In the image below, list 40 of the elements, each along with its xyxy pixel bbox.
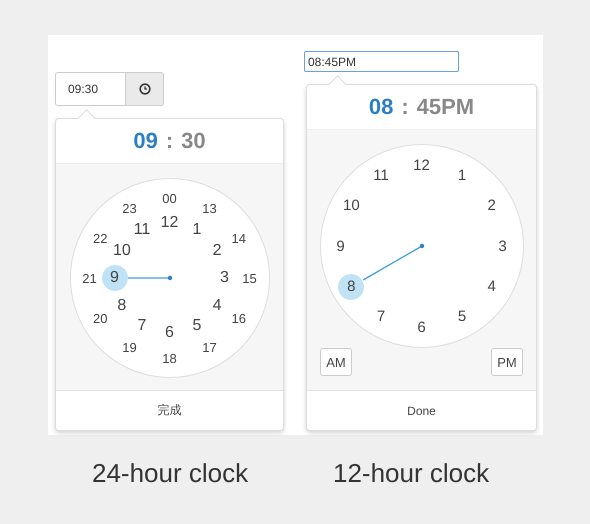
clock-number[interactable]: 5 [449,303,475,330]
clock-hand [362,244,424,281]
clock-number[interactable]: 3 [212,265,238,291]
done-button[interactable]: Done [307,390,536,430]
clock-number[interactable]: 12 [408,152,434,178]
minute-display[interactable]: 30 [181,128,206,154]
clock-number[interactable]: 1 [449,162,475,189]
clock-number[interactable]: 6 [156,320,182,346]
clock-number[interactable]: 9 [328,233,354,259]
time-input[interactable]: 08:45PM [304,51,459,72]
hour-display[interactable]: 09 [133,128,158,154]
clock-number[interactable]: 12 [156,210,182,236]
clock-number[interactable]: 9 [102,265,128,291]
clock-number[interactable]: 21 [76,265,102,291]
minute-display[interactable]: 45PM [416,94,474,120]
clock-number[interactable]: 8 [338,274,364,300]
clock-number[interactable]: 18 [156,345,182,371]
meridiem-button[interactable]: AM [320,348,352,376]
hour-display[interactable]: 08 [368,94,394,120]
clock-face[interactable]: 11 12 1 10 2 9 3 8 4 7 6 5 [320,144,524,348]
clock-number[interactable]: 15 [236,265,262,291]
clock-face[interactable]: 23 00 13 12 22 11 1 14 10 2 21 9 3 15 8 4 20 7 5 16 6 19 18 17 [70,178,270,378]
time-input[interactable]: 09:30 [55,72,126,106]
caption: 12-hour clock [332,458,490,489]
time-separator: : [166,128,174,154]
clock-number[interactable]: 2 [478,192,505,218]
clock-icon [138,83,150,95]
clock-number[interactable]: 7 [368,303,394,330]
clock-number[interactable]: 3 [490,233,516,259]
clock-button[interactable] [126,72,164,106]
clock-number[interactable]: 11 [368,162,394,189]
done-button[interactable]: 完成 [56,390,283,430]
caption: 24-hour clock [91,458,250,489]
clock-hand [128,276,172,280]
time-separator: : [401,94,409,120]
clock-number[interactable]: 4 [478,274,505,300]
meridiem-button[interactable]: PM [491,348,523,376]
clock-number[interactable]: 00 [156,185,182,211]
clock-number[interactable]: 6 [408,314,434,340]
clock-number[interactable]: 10 [338,192,364,218]
